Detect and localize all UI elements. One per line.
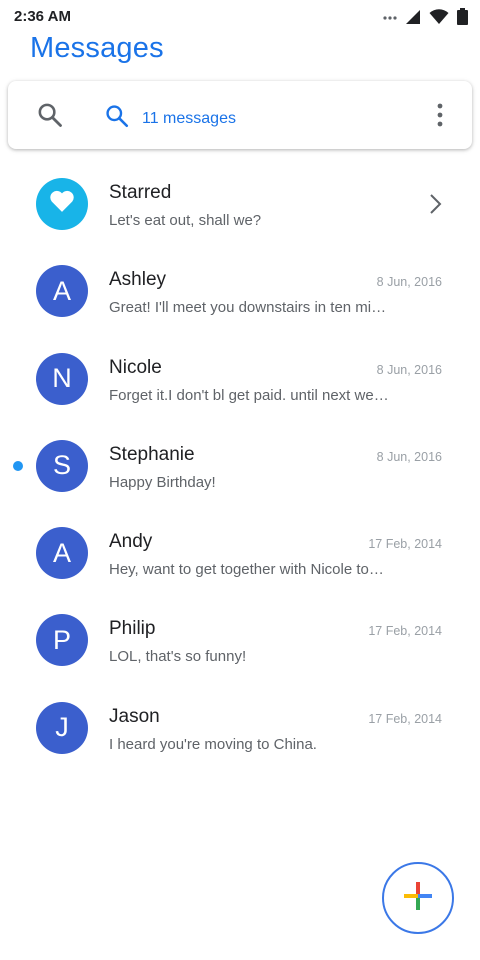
battery-icon [457, 8, 468, 25]
chevron-right-icon [428, 193, 442, 220]
app-title: Messages [30, 32, 164, 64]
conversation-row[interactable]: A Ashley 8 Jun, 2016 Great! I'll meet yo… [0, 247, 480, 334]
avatar: P [36, 614, 88, 667]
conversation-date: 17 Feb, 2014 [368, 624, 442, 639]
conversation-date: 8 Jun, 2016 [376, 449, 442, 464]
status-icons [383, 8, 468, 25]
conversation-date: 8 Jun, 2016 [376, 362, 442, 377]
conversation-row[interactable]: A Andy 17 Feb, 2014 Hey, want to get tog… [0, 509, 480, 596]
conversation-snippet: Great! I'll meet you downstairs in ten m… [109, 299, 389, 317]
search-icon[interactable] [36, 101, 64, 129]
conversation-name: Nicole [109, 356, 162, 378]
search-query-text: 11 messages [142, 109, 236, 127]
overflow-menu-icon[interactable] [428, 101, 452, 129]
heart-icon [49, 189, 75, 220]
conversation-name: Philip [109, 618, 156, 640]
status-bar: 2:36 AM [0, 0, 480, 34]
conversation-name: Stephanie [109, 443, 195, 465]
conversation-snippet: Happy Birthday! [109, 473, 216, 491]
avatar: N [36, 352, 88, 405]
notification-dots-icon [383, 10, 397, 24]
google-plus-icon [402, 880, 434, 917]
unread-indicator [13, 460, 23, 471]
avatar: S [36, 439, 88, 492]
signal-icon [405, 9, 421, 25]
status-time: 2:36 AM [14, 8, 71, 25]
conversation-date: 8 Jun, 2016 [376, 275, 442, 290]
conversation-snippet: I heard you're moving to China. [109, 735, 317, 753]
conversation-row[interactable]: J Jason 17 Feb, 2014 I heard you're movi… [0, 684, 480, 771]
new-conversation-button[interactable] [382, 862, 454, 934]
avatar: A [36, 265, 88, 318]
avatar: J [36, 701, 88, 754]
conversation-row[interactable]: N Nicole 8 Jun, 2016 Forget it.I don't b… [0, 335, 480, 422]
conversation-snippet: Forget it.I don't bl get paid. until nex… [109, 386, 389, 404]
conversation-row[interactable]: S Stephanie 8 Jun, 2016 Happy Birthday! [0, 422, 480, 509]
conversation-name: Andy [109, 531, 153, 553]
search-query[interactable]: 11 messages [104, 103, 236, 134]
conversation-snippet: Let's eat out, shall we? [109, 212, 262, 229]
starred-row[interactable]: Starred Let's eat out, shall we? [0, 160, 480, 247]
wifi-icon [429, 8, 449, 25]
conversation-snippet: LOL, that's so funny! [109, 648, 247, 666]
conversation-row[interactable]: P Philip 17 Feb, 2014 LOL, that's so fun… [0, 596, 480, 683]
starred-avatar [36, 178, 88, 230]
conversation-name: Starred [109, 182, 172, 203]
search-query-icon [104, 103, 130, 134]
conversation-date: 17 Feb, 2014 [368, 711, 442, 726]
conversation-name: Ashley [109, 269, 167, 291]
conversation-name: Jason [109, 705, 160, 727]
conversation-list: Starred Let's eat out, shall we? A Ashle… [0, 160, 480, 771]
avatar: A [36, 527, 88, 580]
conversation-snippet: Hey, want to get together with Nicole to… [109, 561, 389, 579]
conversation-date: 17 Feb, 2014 [368, 537, 442, 552]
search-bar[interactable]: 11 messages [8, 81, 472, 149]
